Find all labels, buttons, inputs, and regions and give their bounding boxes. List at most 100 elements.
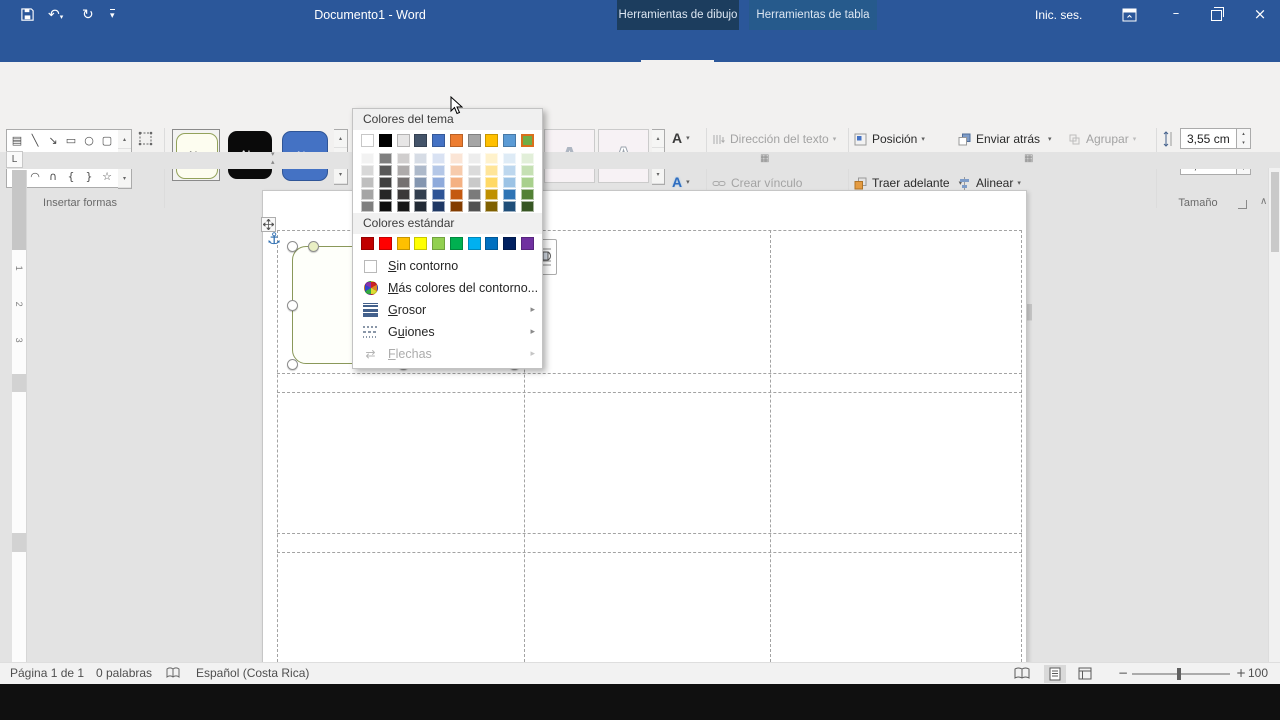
drawing-tools-header[interactable]: Herramientas de dibujo [617,0,739,30]
variant-color-swatch[interactable] [361,153,374,164]
group-button[interactable]: Agrupar ▾ [1068,129,1136,149]
variant-color-swatch[interactable] [449,165,463,176]
table-column-marker[interactable]: ▦ [1024,153,1033,164]
vertical-scrollbar[interactable] [1268,168,1280,662]
standard-color-swatch[interactable] [467,237,481,250]
theme-color-swatch[interactable] [432,134,446,147]
table-tools-header[interactable]: Herramientas de tabla [749,0,877,30]
theme-color-swatch[interactable] [520,134,534,147]
zoom-in-button[interactable]: + [1236,663,1246,684]
tab-stop-selector[interactable]: L [6,151,23,168]
shape-handle-bottom-left[interactable] [287,359,298,370]
variant-color-swatch[interactable] [396,177,410,188]
variant-color-swatch[interactable] [520,165,534,176]
zoom-slider-thumb[interactable] [1177,668,1181,680]
size-dialog-launcher[interactable] [1238,200,1247,209]
variant-color-swatch[interactable] [449,177,463,188]
standard-color-swatch[interactable] [361,237,374,250]
text-effects-button[interactable]: A ▾ [672,172,690,192]
variant-color-swatch[interactable] [503,201,517,212]
position-button[interactable]: Posición ▾ [854,129,925,149]
shape-icon[interactable]: ∩ [44,167,62,185]
variant-color-swatch[interactable] [432,177,446,188]
variant-color-swatch[interactable] [503,189,517,200]
variant-color-swatch[interactable] [449,201,463,212]
read-mode-button[interactable] [1014,667,1030,685]
variant-color-swatch[interactable] [378,165,392,176]
standard-color-swatch[interactable] [520,237,534,250]
shape-icon[interactable]: ○ [80,131,98,149]
variant-color-swatch[interactable] [503,165,517,176]
standard-color-swatch[interactable] [485,237,499,250]
variant-color-swatch[interactable] [467,153,481,164]
variant-color-swatch[interactable] [396,153,410,164]
standard-color-swatch[interactable] [414,237,428,250]
variant-color-swatch[interactable] [378,201,392,212]
variant-color-swatch[interactable] [449,153,463,164]
language-indicator[interactable]: Español (Costa Rica) [196,663,309,684]
variant-color-swatch[interactable] [485,201,499,212]
page-indicator[interactable]: Página 1 de 1 [10,663,84,684]
variant-color-swatch[interactable] [361,189,374,200]
variant-color-swatch[interactable] [432,189,446,200]
shape-icon[interactable]: ▢ [98,131,116,149]
word-count[interactable]: 0 palabras [96,663,152,684]
menu-item-dashes[interactable]: Guiones ▸ [353,321,542,343]
variant-color-swatch[interactable] [378,189,392,200]
standard-color-swatch[interactable] [503,237,517,250]
hanging-indent-marker[interactable]: ▴ [271,158,275,166]
standard-color-swatch[interactable] [432,237,446,250]
variant-color-swatch[interactable] [503,177,517,188]
shape-handle-top-left[interactable] [287,241,298,252]
menu-item-more-colors[interactable]: Más colores del contorno... [353,277,542,299]
close-button[interactable]: × [1240,0,1280,30]
variant-color-swatch[interactable] [414,165,428,176]
variant-color-swatch[interactable] [432,153,446,164]
zoom-slider-track[interactable] [1132,673,1230,675]
shape-adjust-handle[interactable] [308,241,319,252]
variant-color-swatch[interactable] [432,165,446,176]
standard-color-swatch[interactable] [396,237,410,250]
variant-color-swatch[interactable] [520,153,534,164]
sign-in-button[interactable]: Inic. ses. [1035,0,1082,30]
shape-handle-middle-left[interactable] [287,300,298,311]
shape-icon[interactable]: ◠ [26,167,44,185]
variant-color-swatch[interactable] [414,201,428,212]
theme-color-swatch[interactable] [485,134,499,147]
theme-color-swatch[interactable] [378,134,392,147]
web-layout-button[interactable] [1078,667,1092,685]
variant-color-swatch[interactable] [467,201,481,212]
shape-icon[interactable]: { [62,167,80,185]
shape-icon[interactable]: ▤ [8,131,26,149]
variant-color-swatch[interactable] [414,153,428,164]
shape-icon[interactable]: ☆ [98,167,116,185]
first-line-indent-marker[interactable]: ▾ [271,150,275,158]
variant-color-swatch[interactable] [396,165,410,176]
variant-color-swatch[interactable] [520,201,534,212]
height-spinner[interactable]: ▴ ▾ [1237,128,1251,149]
variant-color-swatch[interactable] [503,153,517,164]
theme-color-swatch[interactable] [396,134,410,147]
menu-item-no-outline[interactable]: Sin contorno [353,255,542,277]
shape-icon[interactable]: } [80,167,98,185]
standard-color-swatch[interactable] [449,237,463,250]
variant-color-swatch[interactable] [485,189,499,200]
variant-color-swatch[interactable] [485,177,499,188]
variant-color-swatch[interactable] [432,201,446,212]
variant-color-swatch[interactable] [378,153,392,164]
collapse-ribbon-button[interactable]: ∧ [1260,196,1267,207]
theme-color-swatch[interactable] [361,134,374,147]
proofing-status-icon[interactable] [166,667,180,685]
ribbon-display-options-button[interactable] [1122,8,1137,27]
variant-color-swatch[interactable] [361,165,374,176]
theme-color-swatch[interactable] [449,134,463,147]
edit-shape-button[interactable] [138,131,154,152]
minimize-button[interactable]: – [1156,0,1196,30]
variant-color-swatch[interactable] [414,177,428,188]
shape-icon[interactable]: ▭ [62,131,80,149]
variant-color-swatch[interactable] [378,177,392,188]
variant-color-swatch[interactable] [485,153,499,164]
variant-color-swatch[interactable] [361,177,374,188]
menu-item-weight[interactable]: Grosor ▸ [353,299,542,321]
variant-color-swatch[interactable] [520,177,534,188]
